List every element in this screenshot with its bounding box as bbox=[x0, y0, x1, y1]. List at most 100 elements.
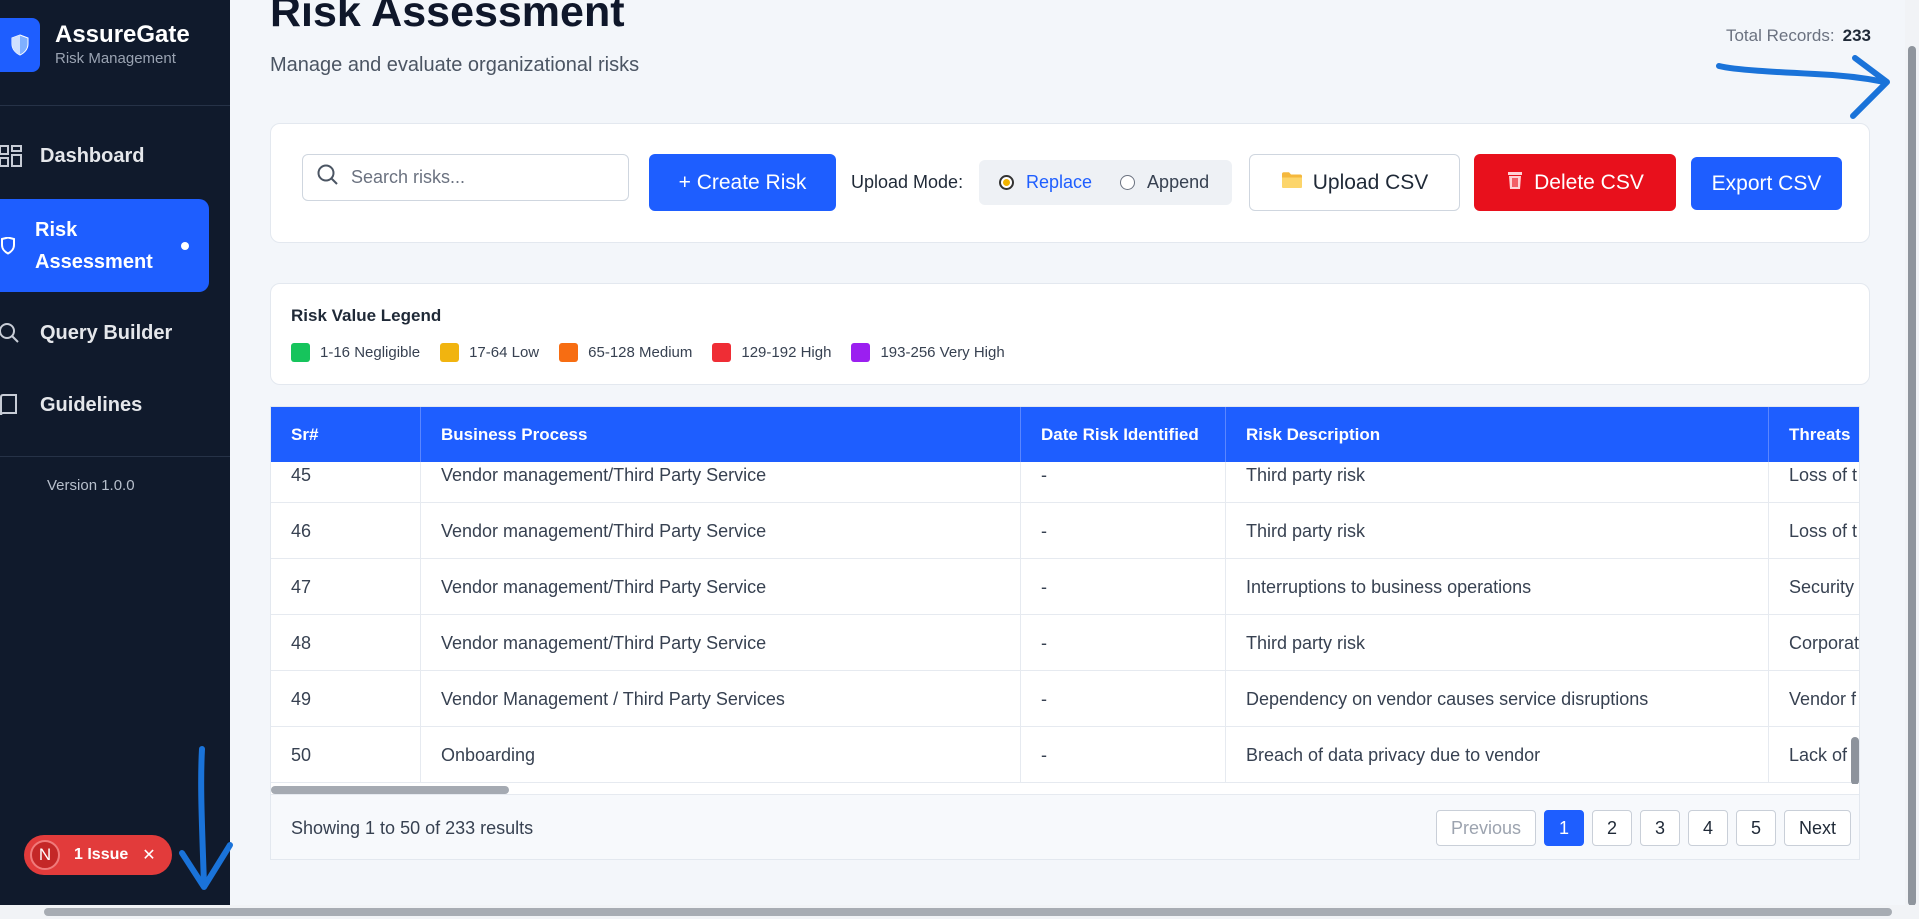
upload-mode-label: Upload Mode: bbox=[851, 172, 964, 192]
legend-swatch bbox=[291, 343, 310, 362]
radio-unselected-icon bbox=[1120, 175, 1136, 190]
cell-business-process: Vendor management/Third Party Service bbox=[421, 615, 1021, 671]
sidebar-item-guidelines[interactable]: Guidelines bbox=[0, 380, 209, 430]
table-vertical-scrollbar[interactable] bbox=[1851, 737, 1859, 785]
page-button-1[interactable]: 1 bbox=[1543, 810, 1584, 846]
total-records: Total Records: 233 bbox=[1726, 26, 1871, 46]
column-header-sr[interactable]: Sr# bbox=[271, 407, 421, 462]
mode-replace-label: Replace bbox=[1026, 172, 1093, 192]
legend-item-low: 17-64 Low bbox=[440, 343, 539, 362]
cell-threats: Security bbox=[1789, 576, 1855, 597]
sidebar: AssureGate Risk Management Dashboard Ris… bbox=[0, 0, 230, 905]
cell-date: - bbox=[1021, 615, 1226, 671]
cell-sr: 50 bbox=[271, 727, 421, 783]
legend-swatch bbox=[712, 343, 732, 362]
legend-items: 1-16 Negligible 17-64 Low 65-128 Medium … bbox=[291, 343, 1025, 362]
cell-date: - bbox=[1021, 559, 1226, 615]
sidebar-item-label: Query Builder bbox=[40, 321, 173, 344]
search-icon bbox=[317, 164, 339, 191]
active-dot bbox=[181, 241, 189, 250]
table-footer: Showing 1 to 50 of 233 results Previous … bbox=[271, 794, 1859, 859]
cell-date: - bbox=[1021, 503, 1226, 559]
next-page-button[interactable]: Next bbox=[1783, 810, 1851, 846]
page-button-3[interactable]: 3 bbox=[1639, 810, 1680, 846]
grid-icon bbox=[0, 145, 40, 167]
search-input[interactable] bbox=[351, 167, 621, 188]
pagination: Previous 1 2 3 4 5 Next bbox=[1428, 810, 1851, 846]
search-box[interactable] bbox=[302, 154, 629, 201]
legend-label: 193-256 Very High bbox=[880, 344, 1005, 361]
legend-label: 65-128 Medium bbox=[588, 344, 693, 361]
table-horizontal-scrollbar-track bbox=[271, 784, 1859, 794]
page-horizontal-scrollbar[interactable] bbox=[44, 908, 1892, 916]
brand-subtitle: Risk Management bbox=[55, 50, 176, 67]
shield-icon bbox=[0, 236, 35, 255]
page-vertical-scrollbar-track bbox=[1905, 0, 1919, 906]
table-row[interactable]: 46 Vendor management/Third Party Service… bbox=[271, 503, 1859, 559]
table-horizontal-scrollbar[interactable] bbox=[271, 786, 509, 794]
table-header: Sr# Business Process Date Risk Identifie… bbox=[271, 407, 1859, 462]
delete-csv-button[interactable]: Delete CSV bbox=[1474, 154, 1676, 211]
issue-avatar: N bbox=[30, 840, 60, 870]
folder-icon bbox=[1281, 171, 1303, 195]
cell-risk-description: Dependency on vendor causes service disr… bbox=[1226, 671, 1769, 727]
page-button-5[interactable]: 5 bbox=[1735, 810, 1776, 846]
page-button-4[interactable]: 4 bbox=[1687, 810, 1728, 846]
legend-label: 129-192 High bbox=[741, 344, 832, 361]
cell-date: - bbox=[1021, 727, 1226, 783]
column-header-threats[interactable]: Threats bbox=[1769, 407, 1859, 462]
cell-risk-description: Interruptions to business operations bbox=[1226, 559, 1769, 615]
table-row[interactable]: 50 Onboarding - Breach of data privacy d… bbox=[271, 727, 1859, 783]
search-icon bbox=[0, 322, 40, 344]
toolbar-card: + Create Risk Upload Mode: Replace Appen… bbox=[270, 123, 1870, 243]
cell-threats: Loss of t bbox=[1789, 520, 1858, 541]
brand: AssureGate Risk Management bbox=[0, 18, 190, 72]
create-risk-button[interactable]: + Create Risk bbox=[649, 154, 836, 211]
table-row[interactable]: 48 Vendor management/Third Party Service… bbox=[271, 615, 1860, 671]
annotation-arrow-right-icon bbox=[1716, 55, 1890, 119]
close-icon[interactable]: ✕ bbox=[142, 845, 155, 865]
cell-business-process: Onboarding bbox=[421, 727, 1021, 783]
export-csv-button[interactable]: Export CSV bbox=[1691, 157, 1842, 210]
version-label: Version 1.0.0 bbox=[47, 477, 135, 494]
radio-selected-icon bbox=[999, 175, 1014, 190]
mode-replace-radio[interactable]: Replace bbox=[999, 172, 1092, 193]
issue-badge[interactable]: N 1 Issue ✕ bbox=[24, 835, 172, 875]
sidebar-item-query-builder[interactable]: Query Builder bbox=[0, 308, 209, 358]
legend-title: Risk Value Legend bbox=[291, 306, 442, 325]
legend-swatch bbox=[440, 343, 460, 362]
sidebar-divider bbox=[0, 105, 230, 106]
column-header-business-process[interactable]: Business Process bbox=[421, 407, 1021, 462]
table-row[interactable]: 47 Vendor management/Third Party Service… bbox=[271, 559, 1859, 615]
sidebar-item-label: Dashboard bbox=[40, 144, 145, 167]
page-title: Risk Assessment bbox=[270, 0, 625, 36]
cell-threats: Corporat bbox=[1789, 632, 1860, 653]
cell-date: - bbox=[1021, 671, 1226, 727]
upload-csv-button[interactable]: Upload CSV bbox=[1249, 154, 1460, 211]
cell-sr: 49 bbox=[271, 671, 421, 727]
book-icon bbox=[0, 394, 40, 416]
cell-business-process: Vendor Management / Third Party Services bbox=[421, 671, 1021, 727]
cell-risk-description: Third party risk bbox=[1226, 615, 1769, 671]
sidebar-item-dashboard[interactable]: Dashboard bbox=[0, 131, 209, 181]
issue-label: 1 Issue bbox=[74, 846, 129, 863]
upload-mode-group: Replace Append bbox=[979, 160, 1232, 205]
cell-sr: 46 bbox=[271, 503, 421, 559]
legend-swatch bbox=[851, 343, 871, 362]
page-vertical-scrollbar[interactable] bbox=[1908, 46, 1916, 906]
legend-item-negligible: 1-16 Negligible bbox=[291, 343, 420, 362]
cell-sr: 48 bbox=[271, 615, 421, 671]
column-header-date-risk-identified[interactable]: Date Risk Identified bbox=[1021, 407, 1226, 462]
sidebar-item-label: Risk Assessment bbox=[35, 218, 153, 273]
legend-label: 1-16 Negligible bbox=[320, 344, 421, 361]
trash-icon bbox=[1506, 170, 1524, 196]
column-header-risk-description[interactable]: Risk Description bbox=[1226, 407, 1769, 462]
page-horizontal-scrollbar-track bbox=[0, 905, 1919, 919]
total-records-value: 233 bbox=[1842, 26, 1871, 45]
mode-append-radio[interactable]: Append bbox=[1120, 172, 1209, 193]
legend-swatch bbox=[559, 343, 579, 362]
sidebar-item-risk-assessment[interactable]: Risk Assessment bbox=[0, 199, 209, 292]
previous-page-button[interactable]: Previous bbox=[1435, 810, 1536, 846]
table-row[interactable]: 49 Vendor Management / Third Party Servi… bbox=[271, 671, 1859, 727]
page-button-2[interactable]: 2 bbox=[1591, 810, 1632, 846]
